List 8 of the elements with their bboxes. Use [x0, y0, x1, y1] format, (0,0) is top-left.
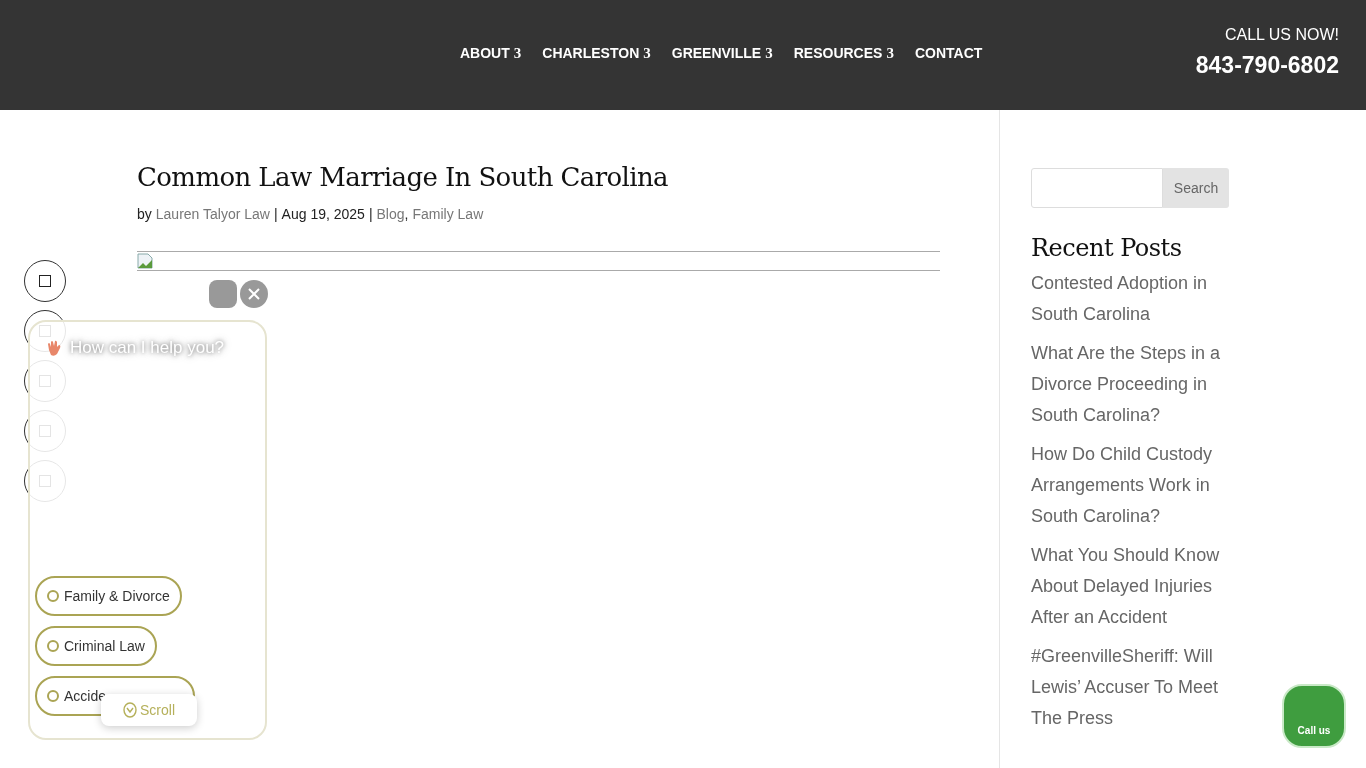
comma: ,: [404, 206, 409, 222]
sidebar-heading: Recent Posts: [1031, 234, 1183, 262]
divider-text: |: [368, 206, 373, 222]
byline-prefix: by: [137, 206, 152, 222]
divider-text: |: [273, 206, 278, 222]
post-title: Common Law Marriage In South Carolina: [137, 162, 669, 192]
post-date: Aug 19, 2025: [281, 206, 365, 222]
call-label: CALL US NOW!: [1224, 25, 1339, 44]
